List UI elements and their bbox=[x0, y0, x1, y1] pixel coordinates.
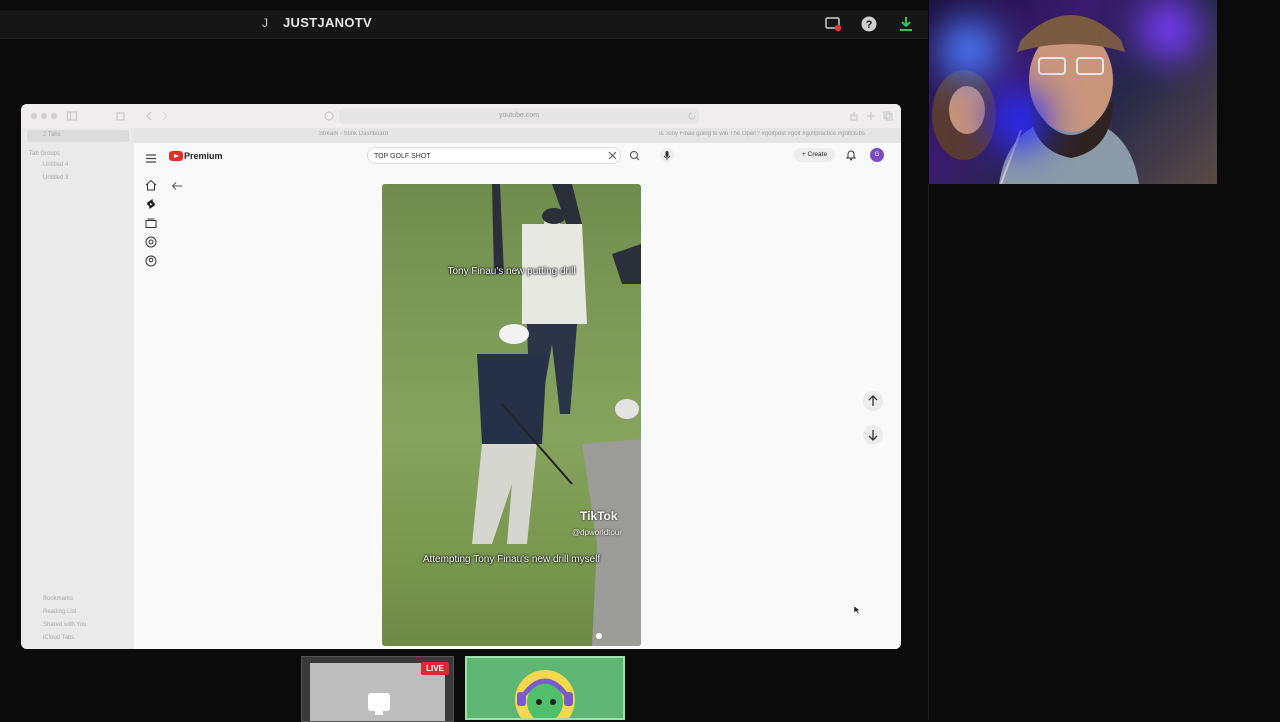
youtube-logo[interactable]: Premium bbox=[169, 151, 223, 161]
sidebar-group-item[interactable]: Untitled 4 bbox=[43, 162, 68, 168]
arrow-up-icon bbox=[868, 395, 878, 406]
next-short-button[interactable] bbox=[863, 425, 883, 445]
browser-sidebar: 2 Tabs Tab Groups Untitled 4 Untitled 3 … bbox=[21, 128, 134, 649]
minimize-window-button[interactable] bbox=[41, 113, 47, 119]
layout-divider bbox=[928, 184, 929, 720]
tiktok-username: @dpworldtour bbox=[572, 528, 622, 537]
mascot-thumbnail[interactable] bbox=[465, 656, 625, 720]
previous-short-button[interactable] bbox=[863, 391, 883, 411]
forward-nav-icon[interactable] bbox=[161, 111, 169, 121]
channel-avatar-letter: J bbox=[262, 16, 268, 30]
tab-youtube-short[interactable]: Is Tony Finau going to win The Open? #go… bbox=[659, 131, 899, 141]
browser-toolbar: youtube.com bbox=[21, 104, 901, 129]
create-button[interactable]: + Create bbox=[794, 148, 835, 162]
download-icon[interactable] bbox=[897, 15, 915, 33]
sidebar-bookmarks[interactable]: Bookmarks bbox=[43, 596, 73, 602]
back-arrow-icon[interactable] bbox=[171, 181, 183, 191]
video-caption-top: Tony Finau's new putting drill bbox=[447, 266, 576, 277]
subscriptions-icon[interactable] bbox=[145, 217, 157, 229]
search-input[interactable]: TOP GOLF SHOT bbox=[367, 147, 621, 164]
privacy-shield-icon[interactable] bbox=[324, 111, 334, 121]
account-avatar[interactable]: G bbox=[870, 148, 884, 162]
explore-icon[interactable] bbox=[145, 236, 157, 248]
video-caption-bottom: Attempting Tony Finau's new drill myself bbox=[422, 554, 601, 565]
sidebar-toggle-icon[interactable] bbox=[67, 111, 77, 121]
youtube-page: Premium TOP GOLF SHOT + Create G Tony Fi… bbox=[134, 143, 901, 649]
search-icon[interactable] bbox=[624, 147, 646, 164]
stream-top-bar: J JUSTJANOTV ? bbox=[0, 10, 928, 39]
tabs-grid-icon[interactable] bbox=[883, 111, 893, 121]
screen-share-icon[interactable] bbox=[824, 15, 842, 33]
new-tab-icon[interactable] bbox=[866, 111, 876, 121]
webcam-feed bbox=[929, 0, 1217, 184]
youtube-play-icon bbox=[169, 151, 183, 161]
golf-scene bbox=[472, 184, 641, 646]
back-nav-icon[interactable] bbox=[145, 111, 153, 121]
notifications-bell-icon[interactable] bbox=[845, 149, 857, 161]
create-label: Create bbox=[807, 151, 828, 158]
tab-bar: Stream - Stink Dashboard Is Tony Finau g… bbox=[134, 128, 901, 144]
clear-search-icon[interactable] bbox=[608, 151, 617, 160]
microphone-icon bbox=[663, 151, 671, 160]
sidebar-reading-list[interactable]: Reading List bbox=[43, 609, 76, 615]
you-profile-icon[interactable] bbox=[145, 255, 157, 267]
youtube-premium-label: Premium bbox=[184, 151, 223, 161]
zoom-window-button[interactable] bbox=[51, 113, 57, 119]
arrow-down-icon bbox=[868, 430, 878, 441]
sidebar-tab-count[interactable]: 2 Tabs bbox=[43, 132, 61, 138]
sidebar-icloud-tabs[interactable]: iCloud Tabs bbox=[43, 635, 74, 641]
sidebar-group-item[interactable]: Untitled 3 bbox=[43, 175, 68, 181]
help-icon[interactable]: ? bbox=[860, 15, 878, 33]
reload-icon[interactable] bbox=[687, 111, 697, 121]
sidebar-section-header: Tab Groups bbox=[29, 151, 61, 157]
svg-text:?: ? bbox=[866, 19, 873, 31]
mascot-headset-icon bbox=[515, 670, 575, 718]
mouse-cursor-icon bbox=[853, 605, 861, 615]
share-icon[interactable] bbox=[849, 111, 859, 121]
shorts-icon[interactable] bbox=[145, 198, 157, 210]
tab-stream-dashboard[interactable]: Stream - Stink Dashboard bbox=[319, 131, 569, 141]
sidebar-shared-with-you[interactable]: Shared with You bbox=[43, 622, 86, 628]
channel-name: JUSTJANOTV bbox=[283, 15, 372, 30]
hamburger-menu-icon[interactable] bbox=[146, 154, 156, 163]
voice-search-button[interactable] bbox=[660, 148, 674, 162]
live-badge: LIVE bbox=[421, 662, 449, 675]
shorts-video-player[interactable]: Tony Finau's new putting drill TikTok @d… bbox=[382, 184, 641, 646]
address-bar[interactable]: youtube.com bbox=[339, 108, 699, 124]
close-window-button[interactable] bbox=[31, 113, 37, 119]
browser-window: youtube.com 2 Tabs Tab Groups Untitled 4… bbox=[21, 104, 901, 649]
tab-overview-icon[interactable] bbox=[116, 111, 126, 121]
tiktok-watermark: TikTok bbox=[580, 509, 618, 523]
home-icon[interactable] bbox=[145, 179, 157, 191]
